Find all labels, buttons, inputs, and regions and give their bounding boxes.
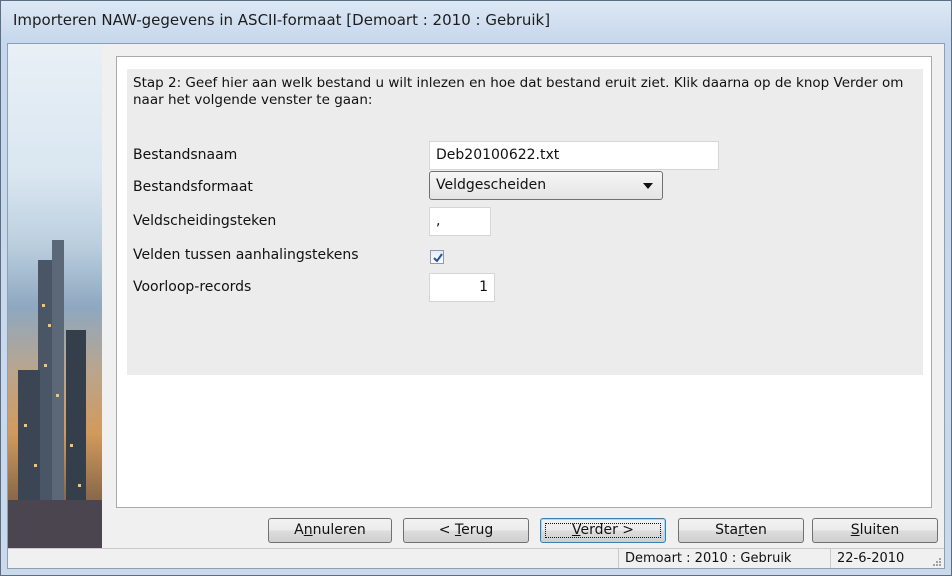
sluiten-accesskey: S [850,522,860,538]
dialog-window: Importeren NAW-gegevens in ASCII-formaat… [0,0,952,576]
bestandsnaam-label: Bestandsnaam [133,147,238,163]
sluiten-label-part: luiten [859,522,900,538]
focus-rectangle [545,523,661,538]
verder-button[interactable]: Verder > [540,518,666,543]
terug-button[interactable]: < Terug [403,518,529,543]
step-panel: Stap 2: Geef hier aan welk bestand u wil… [116,56,932,508]
checkmark-icon [433,253,443,263]
resize-grip-icon[interactable] [932,557,942,567]
sluiten-button[interactable]: Sluiten [812,518,938,543]
aanhalingstekens-checkbox[interactable] [430,250,444,264]
annuleren-button[interactable]: Annuleren [268,518,392,543]
status-context: Demoart : 2010 : Gebruik [618,549,830,568]
annuleren-accesskey: n [303,522,313,538]
bestandsnaam-input[interactable]: Deb20100622.txt [429,141,719,170]
title-bar[interactable]: Importeren NAW-gegevens in ASCII-formaat… [7,1,945,41]
step-instructions: Stap 2: Geef hier aan welk bestand u wil… [133,75,904,108]
status-date: 22-6-2010 [830,549,930,568]
voorloop-records-label: Voorloop-records [133,279,252,295]
bestandsformaat-dropdown[interactable]: Veldgescheiden [429,171,663,200]
dialog-client-area: Stap 2: Geef hier aan welk bestand u wil… [7,43,945,569]
voorloop-records-input[interactable]: 1 [429,273,495,302]
starten-label-part: ten [743,522,767,538]
starten-label-part: Sta [715,522,739,538]
status-bar: Demoart : 2010 : Gebruik 22-6-2010 [8,548,944,568]
aanhalingstekens-label: Velden tussen aanhalingstekens [133,247,359,263]
chevron-down-icon [643,183,653,189]
terug-label-part: < [438,522,455,538]
veldscheidingsteken-input[interactable]: , [429,207,491,236]
city-skyline-image [8,44,102,568]
annuleren-label-part: nuleren [312,522,366,538]
bestandsformaat-label: Bestandsformaat [133,179,253,195]
annuleren-label-part: A [294,522,304,538]
veldscheidingsteken-label: Veldscheidingsteken [133,213,277,229]
window-title: Importeren NAW-gegevens in ASCII-formaat… [13,11,551,29]
bestandsformaat-selected: Veldgescheiden [436,177,547,193]
settings-group: Stap 2: Geef hier aan welk bestand u wil… [127,69,923,375]
starten-button[interactable]: Starten [678,518,804,543]
terug-label-part: erug [461,522,494,538]
